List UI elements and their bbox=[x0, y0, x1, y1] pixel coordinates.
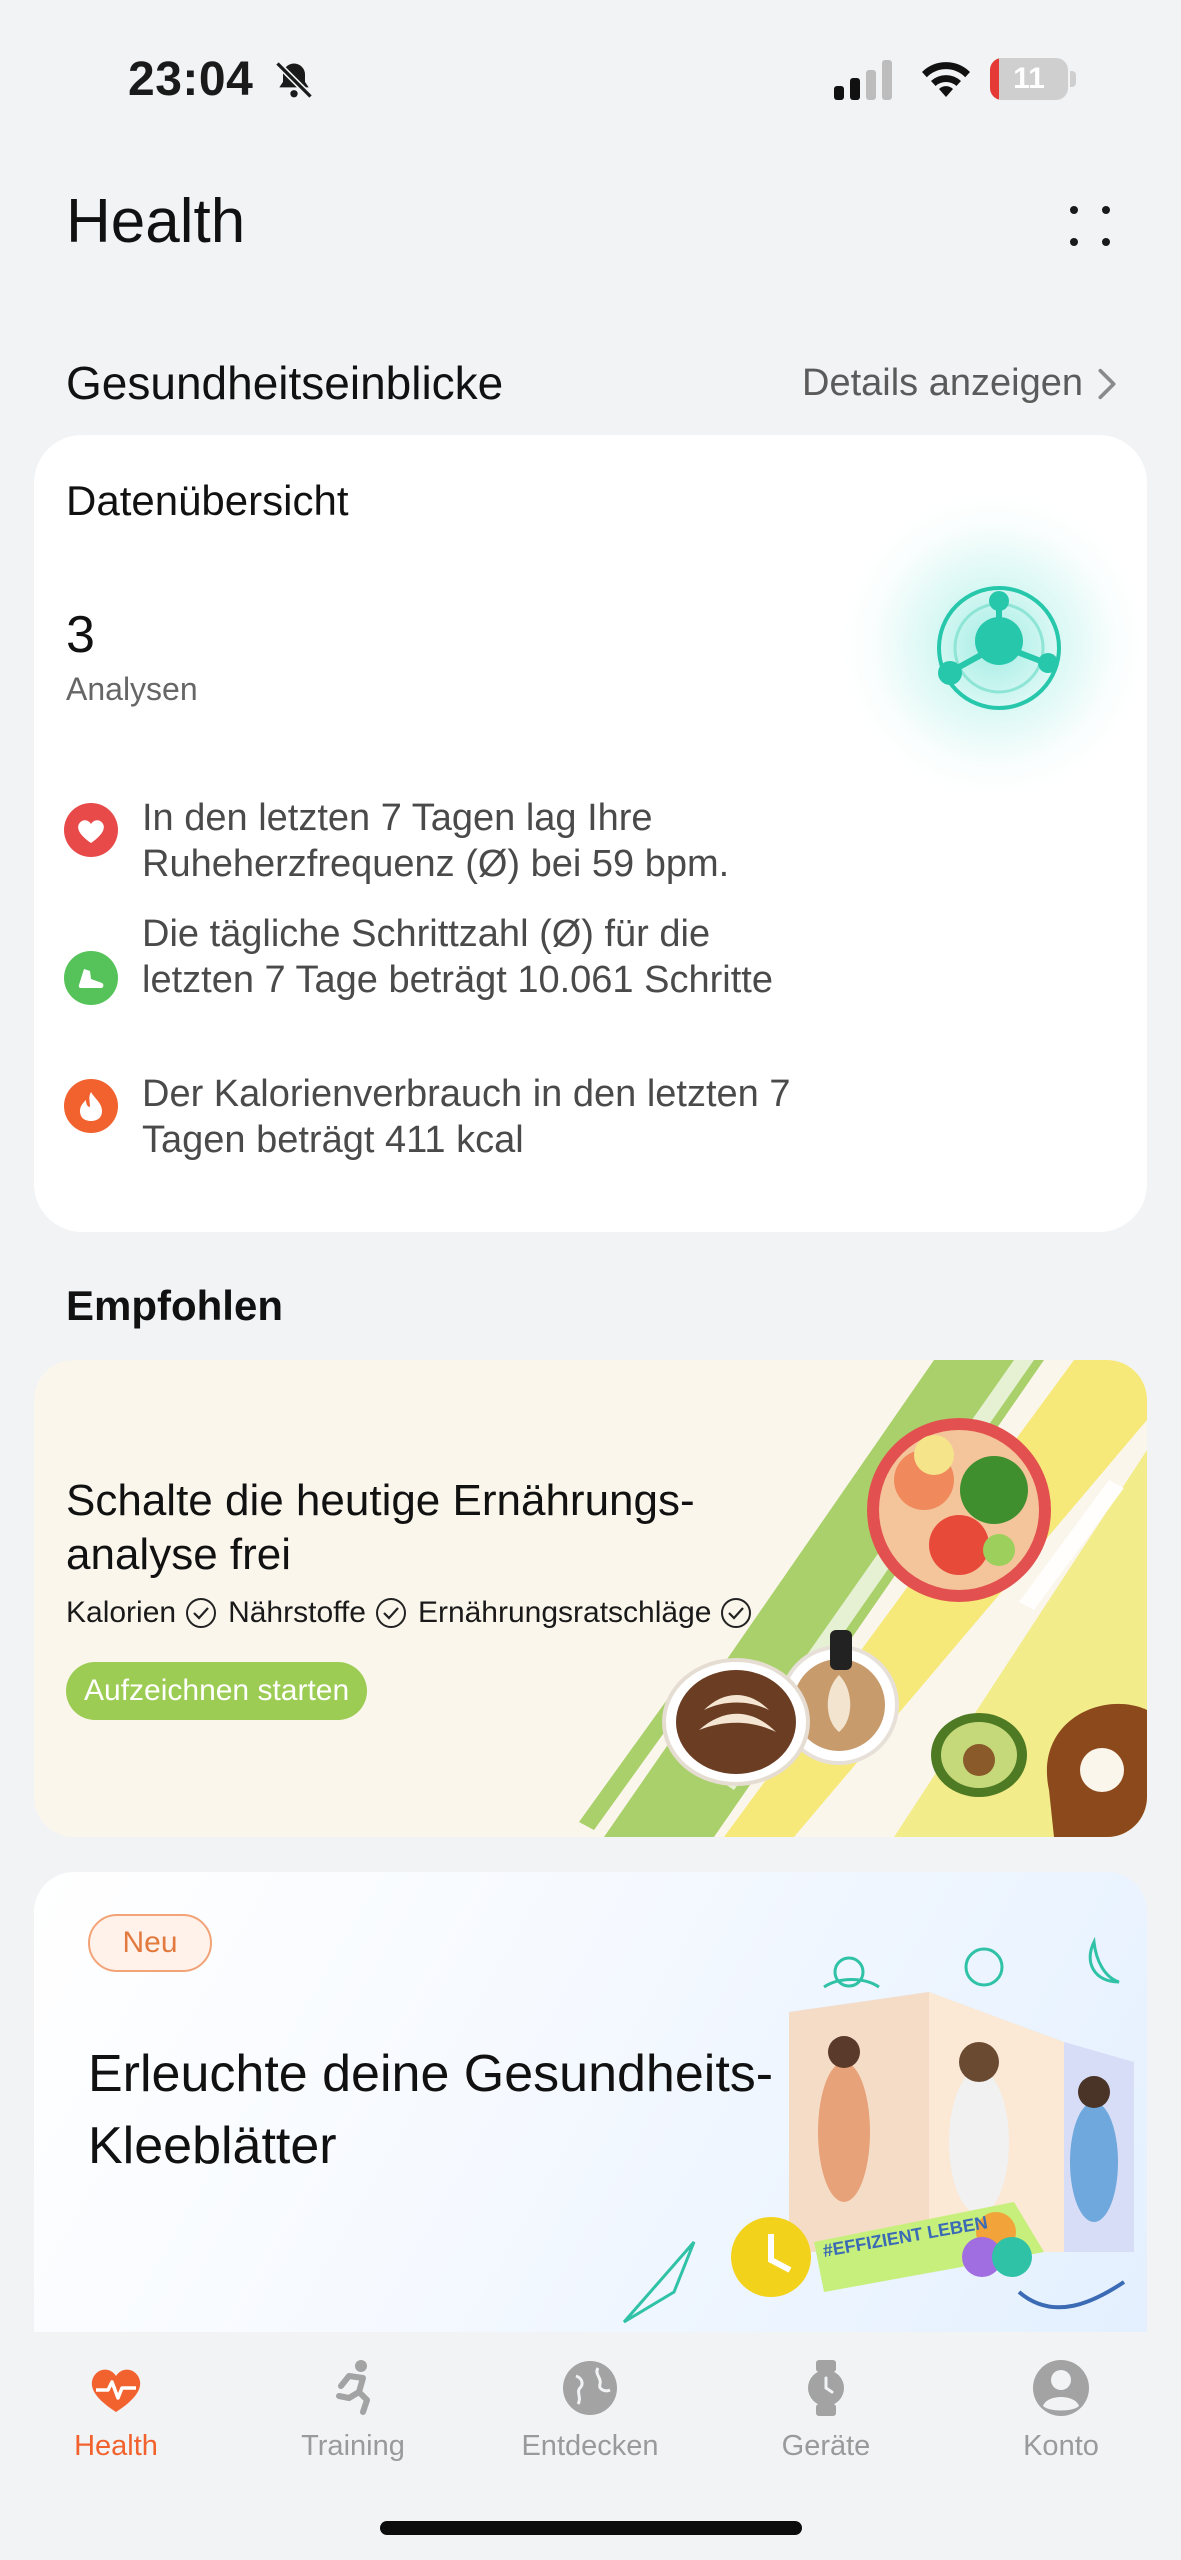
data-overview-card[interactable]: Datenübersicht 3 Analysen In den letzten… bbox=[34, 435, 1147, 1232]
heart-pulse-icon bbox=[91, 2369, 141, 2412]
flame-icon bbox=[64, 1079, 118, 1133]
new-badge: Neu bbox=[88, 1914, 212, 1972]
insight-text: Die tägliche Schrittzahl (Ø) für die let… bbox=[142, 913, 773, 1001]
clover-banner-title: Erleuchte deine Gesundheits-Kleeblätter bbox=[88, 2045, 774, 2175]
globe-icon bbox=[563, 2361, 617, 2415]
battery-icon: 11 bbox=[990, 58, 1076, 100]
watch-icon bbox=[808, 2360, 844, 2416]
clover-banner[interactable]: #EFFIZIENT LEBEN Neu Erleuchte deine Ges… bbox=[34, 1872, 1147, 2332]
account-icon bbox=[1033, 2360, 1089, 2416]
page-title: Health bbox=[66, 187, 246, 256]
bell-off-icon bbox=[275, 61, 313, 99]
insight-text: Der Kalorienverbrauch in den letzten 7 T… bbox=[142, 1073, 791, 1161]
nutrition-banner[interactable]: Schalte die heutige Ernährungs-analyse f… bbox=[34, 1360, 1147, 1837]
data-network-icon bbox=[937, 586, 1061, 710]
nav-item-training[interactable]: Training bbox=[243, 2356, 463, 2463]
feature-item: Nährstoffe bbox=[228, 1596, 408, 1630]
signal-icon bbox=[834, 60, 892, 100]
insight-heart-rate: In den letzten 7 Tagen lag Ihre Ruheherz… bbox=[64, 795, 824, 895]
start-recording-button[interactable]: Aufzeichnen starten bbox=[66, 1662, 368, 1720]
nutrition-banner-title: Schalte die heutige Ernährungs-analyse f… bbox=[66, 1476, 695, 1579]
nav-item-account[interactable]: Konto bbox=[951, 2356, 1171, 2463]
feature-label: Nährstoffe bbox=[228, 1596, 366, 1629]
status-time: 23:04 bbox=[128, 53, 254, 106]
details-link[interactable]: Details anzeigen bbox=[802, 362, 1117, 405]
status-bar: 23:04 11 bbox=[0, 0, 1181, 160]
feature-label: Ernährungsratschläge bbox=[417, 1596, 712, 1629]
nav-item-health[interactable]: Health bbox=[6, 2356, 226, 2463]
section-title-recommended: Empfohlen bbox=[66, 1282, 283, 1329]
nav-item-devices[interactable]: Geräte bbox=[716, 2356, 936, 2463]
nav-label: Geräte bbox=[781, 2430, 871, 2462]
check-circle-icon bbox=[721, 1598, 752, 1628]
insight-text: In den letzten 7 Tagen lag Ihre Ruheherz… bbox=[142, 797, 730, 885]
card-title: Datenübersicht bbox=[66, 477, 349, 524]
analysis-count-label: Analysen bbox=[66, 671, 198, 707]
details-link-label: Details anzeigen bbox=[802, 362, 1083, 404]
feature-item: Kalorien bbox=[66, 1596, 218, 1630]
heart-icon bbox=[64, 803, 118, 857]
nav-label: Training bbox=[301, 2430, 405, 2462]
check-circle-icon bbox=[375, 1598, 406, 1628]
running-icon bbox=[336, 2360, 370, 2415]
home-indicator bbox=[380, 2521, 802, 2535]
check-circle-icon bbox=[186, 1598, 217, 1628]
wifi-icon bbox=[922, 62, 970, 97]
more-dots-icon[interactable] bbox=[1060, 196, 1120, 256]
nutrition-feature-list: Kalorien Nährstoffe Ernährungsratschläge bbox=[66, 1596, 753, 1630]
section-title-insights: Gesundheitseinblicke bbox=[66, 357, 504, 409]
feature-label: Kalorien bbox=[66, 1596, 177, 1629]
insight-calories: Der Kalorienverbrauch in den letzten 7 T… bbox=[64, 1071, 824, 1171]
feature-item: Ernährungsratschläge bbox=[418, 1596, 754, 1630]
chevron-right-icon bbox=[1098, 368, 1116, 399]
shoe-icon bbox=[64, 951, 118, 1005]
nav-label: Entdecken bbox=[521, 2430, 659, 2462]
nav-item-discover[interactable]: Entdecken bbox=[480, 2356, 700, 2463]
analysis-count: 3 bbox=[66, 606, 95, 664]
battery-level: 11 bbox=[1013, 62, 1045, 95]
nav-label: Health bbox=[74, 2430, 158, 2462]
insight-steps: Die tägliche Schrittzahl (Ø) für die let… bbox=[64, 911, 824, 1051]
nav-label: Konto bbox=[1023, 2430, 1099, 2462]
